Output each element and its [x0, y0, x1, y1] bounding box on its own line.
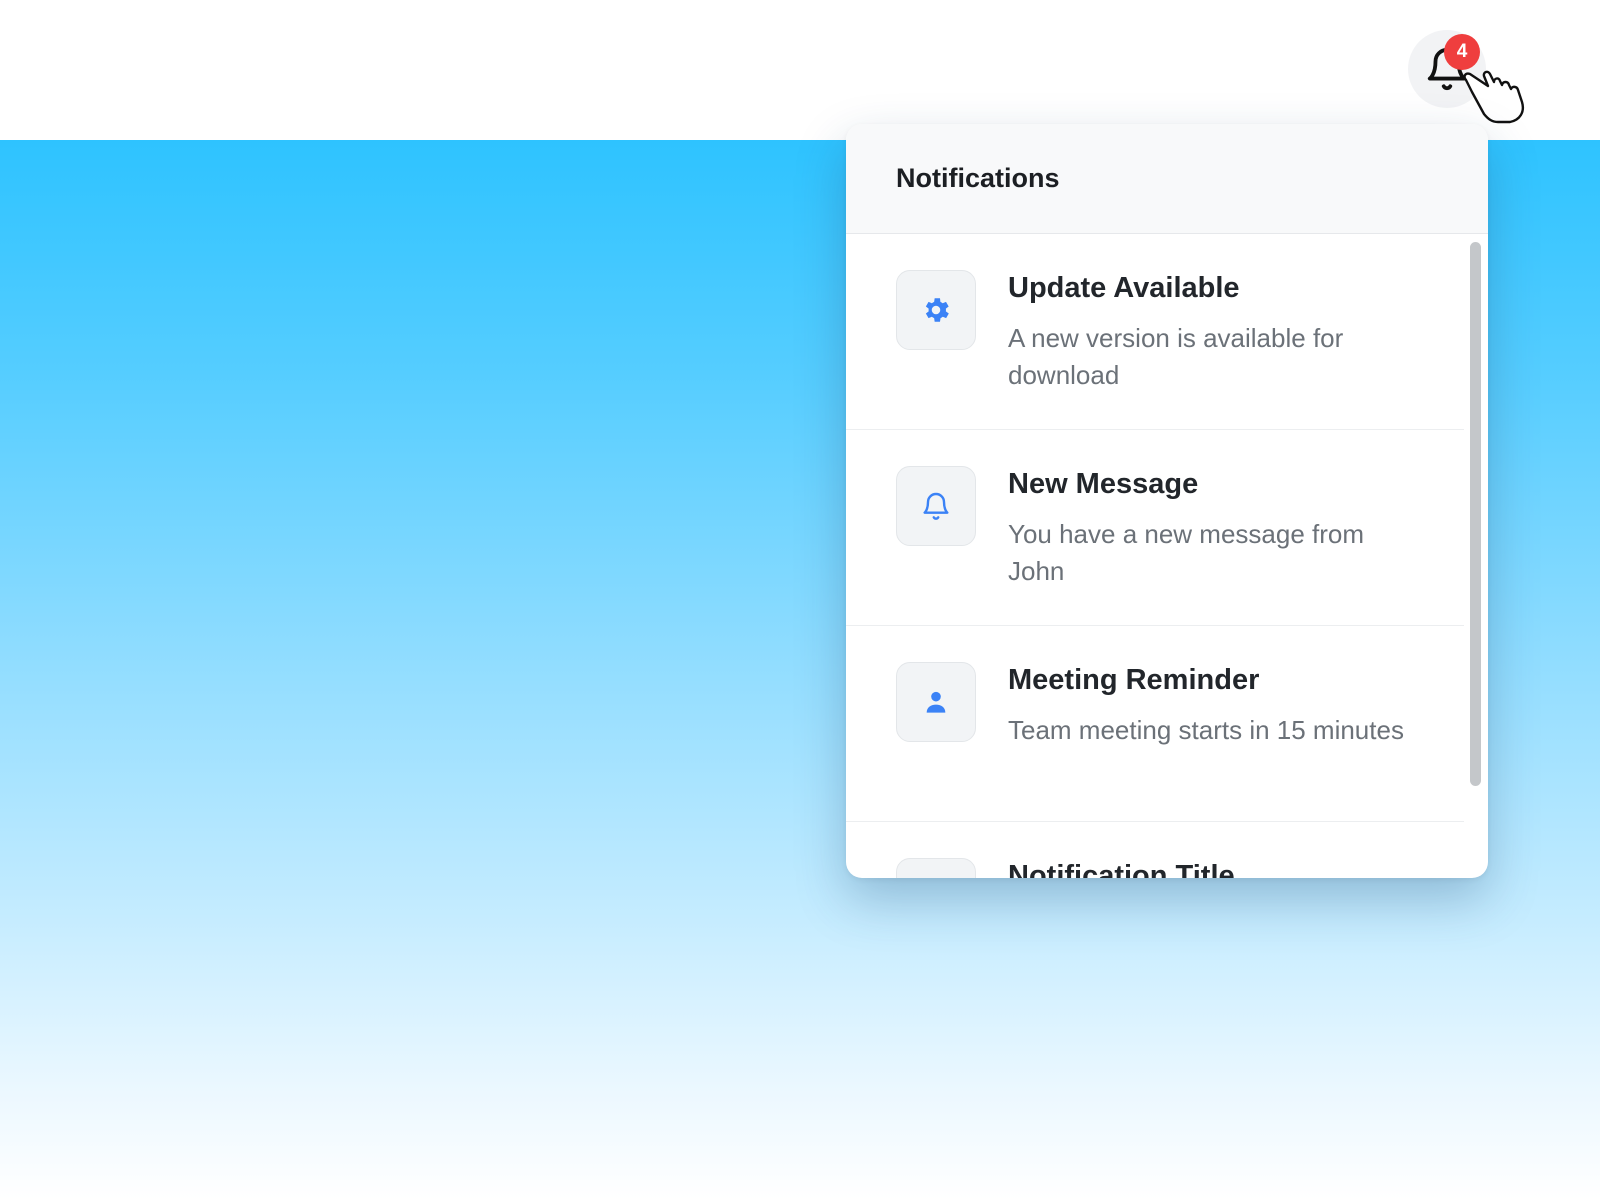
notification-body: A new version is available for download — [1008, 323, 1344, 390]
notification-item[interactable]: Update Available A new version is availa… — [846, 234, 1464, 430]
panel-header: Notifications — [846, 124, 1488, 234]
bell-icon — [923, 492, 949, 520]
pointer-hand-cursor-icon — [1463, 70, 1524, 124]
notification-body: You have a new message from John — [1008, 519, 1365, 586]
notification-icon-box — [896, 858, 976, 878]
notification-icon-box — [896, 270, 976, 350]
notification-title: Meeting Reminder — [1008, 664, 1260, 696]
notification-icon-box — [896, 662, 976, 742]
user-icon — [926, 691, 946, 713]
notification-title: Update Available — [1008, 272, 1240, 304]
gear-icon — [925, 298, 949, 322]
notifications-panel: Notifications Update Available A new ver… — [846, 124, 1488, 878]
notification-item[interactable]: New Message You have a new message from … — [846, 430, 1464, 626]
notification-item[interactable]: Notification Title — [846, 822, 1464, 878]
notification-body: Team meeting starts in 15 minutes — [1008, 715, 1404, 745]
top-bar — [0, 0, 1600, 140]
notification-icon-box — [896, 466, 976, 546]
panel-title: Notifications — [896, 163, 1060, 193]
notification-item[interactable]: Meeting Reminder Team meeting starts in … — [846, 626, 1464, 822]
notification-list: Update Available A new version is availa… — [846, 234, 1488, 878]
scrollbar[interactable] — [1470, 242, 1481, 786]
notification-title: New Message — [1008, 468, 1199, 500]
notification-title: Notification Title — [1008, 860, 1235, 878]
